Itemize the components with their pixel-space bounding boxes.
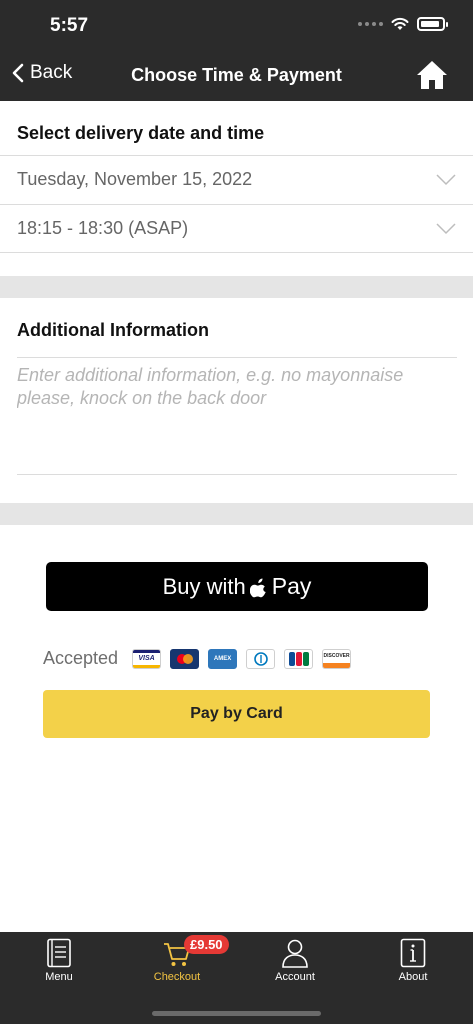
additional-info-heading: Additional Information — [17, 320, 209, 340]
apple-logo-icon — [249, 578, 266, 597]
additional-info-input[interactable] — [17, 358, 457, 474]
mastercard-icon — [170, 648, 200, 669]
person-icon — [282, 939, 308, 968]
apple-pay-button[interactable]: Buy with Pay — [46, 562, 428, 611]
tab-bar: Menu £9.50 Checkout Account About — [0, 932, 473, 1024]
tab-menu-label: Menu — [45, 971, 73, 983]
delivery-time-value: 18:15 - 18:30 (ASAP) — [17, 218, 189, 238]
pay-by-card-button[interactable]: Pay by Card — [43, 690, 430, 738]
tab-account[interactable]: Account — [236, 932, 354, 1002]
wifi-icon — [391, 17, 409, 30]
apple-pay-prefix: Buy with — [162, 573, 246, 599]
diners-club-icon — [246, 648, 276, 669]
tab-checkout[interactable]: £9.50 Checkout — [118, 932, 236, 1002]
section-divider — [0, 503, 473, 525]
status-icons — [358, 17, 448, 31]
delivery-time-select[interactable]: 18:15 - 18:30 (ASAP) — [0, 204, 473, 253]
amex-icon: AMEX — [208, 648, 238, 669]
tab-menu[interactable]: Menu — [0, 932, 118, 1002]
status-time: 5:57 — [50, 15, 89, 36]
info-icon — [400, 938, 426, 968]
apple-pay-word: Pay — [271, 573, 312, 599]
signal-icon — [358, 22, 383, 26]
battery-icon — [417, 17, 448, 31]
tab-account-label: Account — [275, 971, 315, 983]
home-indicator — [152, 1011, 321, 1016]
page-title: Choose Time & Payment — [131, 65, 342, 85]
jcb-icon — [284, 648, 314, 669]
chevron-down-icon — [436, 174, 456, 186]
additional-info-box — [17, 357, 457, 475]
visa-icon: VISA — [132, 648, 162, 669]
cart-total-badge: £9.50 — [184, 935, 229, 954]
section-divider — [0, 276, 473, 298]
menu-book-icon — [47, 938, 71, 968]
top-bar: 5:57 Back Choose Time & Payment — [0, 0, 473, 101]
home-icon[interactable] — [415, 58, 449, 92]
delivery-date-value: Tuesday, November 15, 2022 — [17, 169, 253, 189]
accepted-label: Accepted — [43, 648, 119, 668]
accepted-cards: Accepted VISA AMEX DISCOVER — [43, 648, 352, 669]
delivery-heading: Select delivery date and time — [17, 123, 265, 143]
chevron-down-icon — [436, 223, 456, 235]
delivery-date-select[interactable]: Tuesday, November 15, 2022 — [0, 155, 473, 203]
tab-about-label: About — [398, 971, 428, 983]
card-logos: VISA AMEX DISCOVER — [132, 648, 352, 669]
tab-checkout-label: Checkout — [153, 971, 201, 983]
tab-about[interactable]: About — [354, 932, 472, 1002]
discover-icon: DISCOVER — [322, 648, 352, 669]
